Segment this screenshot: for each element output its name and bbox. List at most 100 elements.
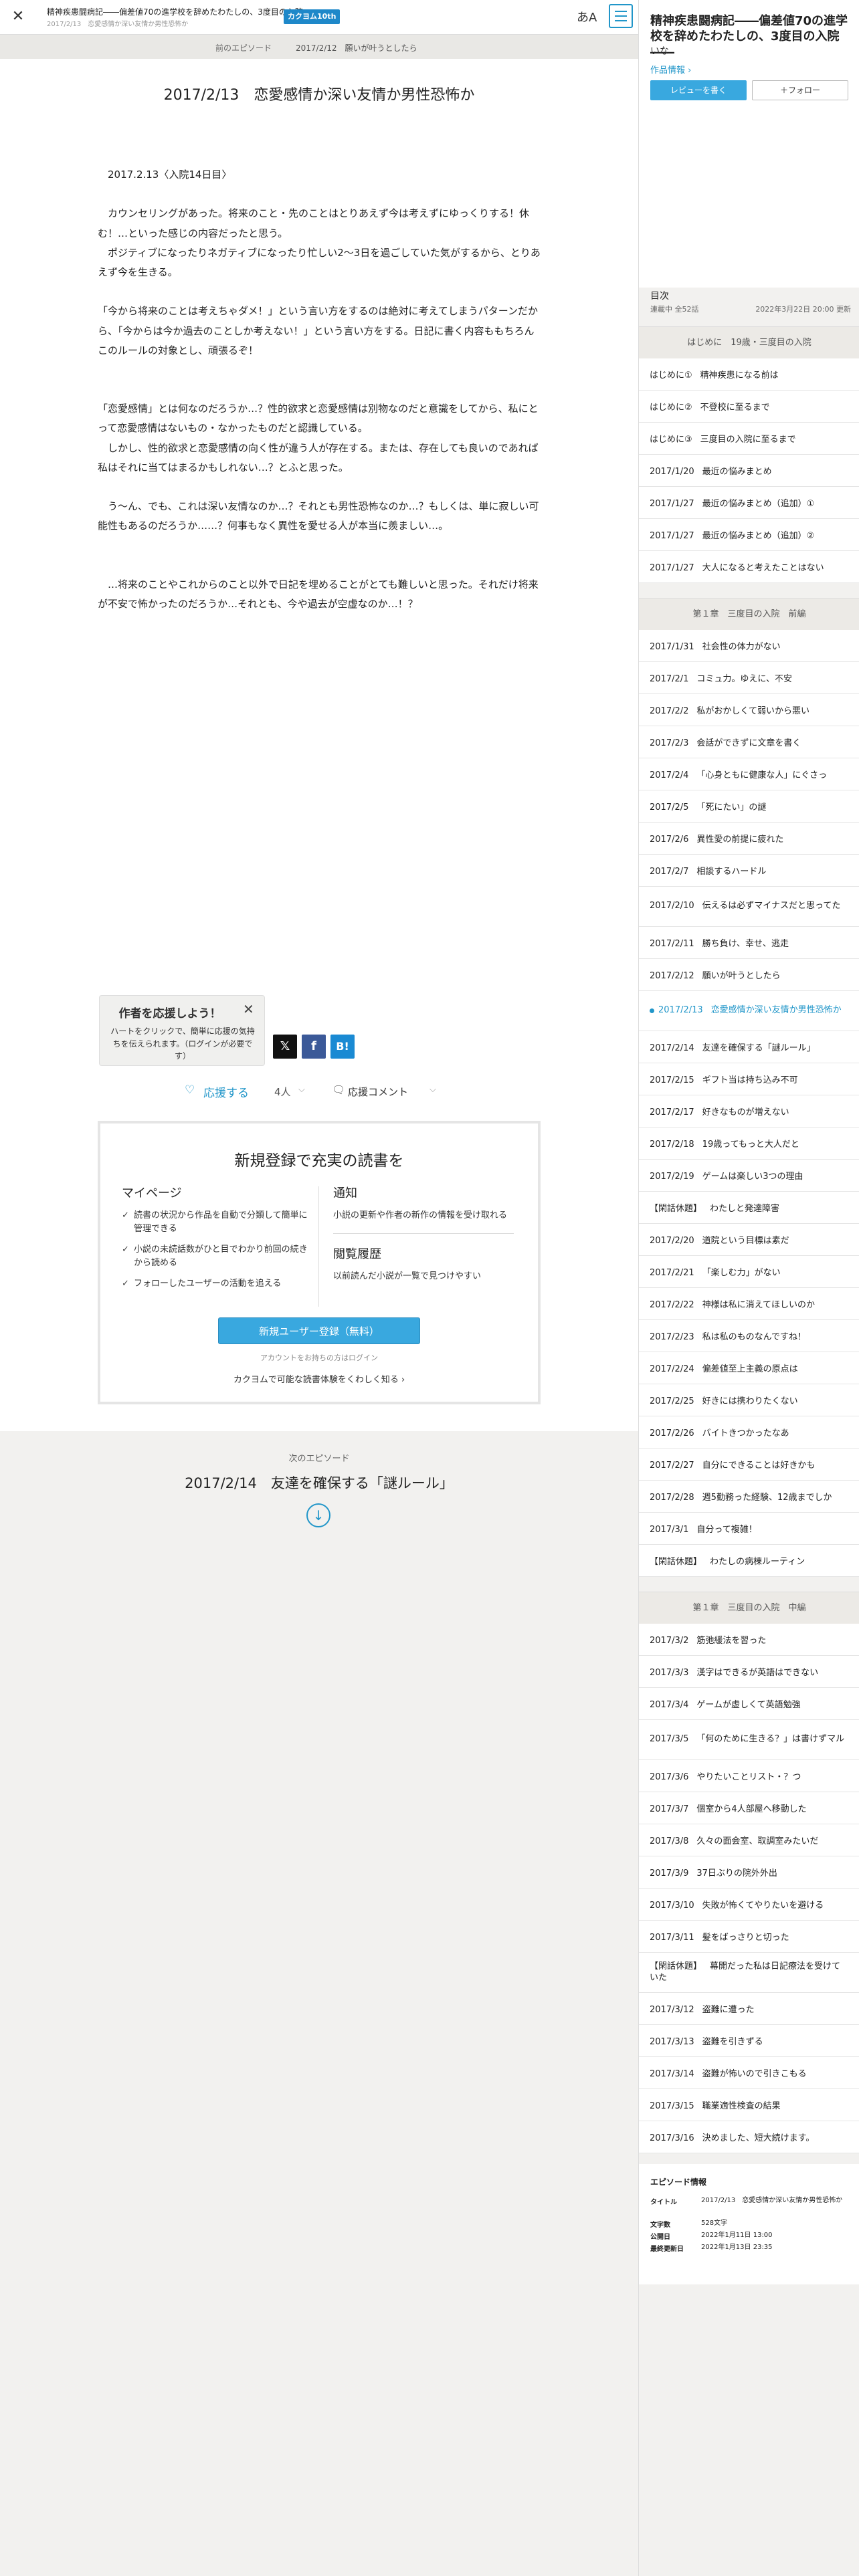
toc-item-text[interactable]: 2017/3/1 自分って複雑！: [650, 1522, 757, 1535]
support-button[interactable]: 応援する: [203, 1083, 249, 1100]
toc-item[interactable]: 2017/3/14 盗難が怖いので引きこもる: [639, 2057, 859, 2089]
toc-item[interactable]: 2017/3/3 漢字はできるが英語はできない: [639, 1656, 859, 1688]
toc-item[interactable]: 2017/2/24 偏差値至上主義の原点は: [639, 1352, 859, 1384]
toc-item-text[interactable]: 2017/3/12 盗難に遭った: [650, 2002, 755, 2015]
toc-item[interactable]: 2017/2/15 ギフト当は持ち込み不可: [639, 1063, 859, 1095]
toc-item[interactable]: 2017/1/20 最近の悩みまとめ: [639, 455, 859, 487]
header-work-title[interactable]: 精神疾患闘病記――偏差値70の進学校を辞めたわたしの、3度目の入院――: [47, 6, 319, 17]
toc-item-text[interactable]: 2017/3/16 決めました、短大続けます。: [650, 2131, 814, 2143]
toc-item-text[interactable]: 2017/2/4 「心身ともに健康な人」にぐさっ: [650, 768, 827, 780]
toc-item-text[interactable]: 2017/3/14 盗難が怖いので引きこもる: [650, 2066, 807, 2079]
toc-item-text[interactable]: 2017/2/13 恋愛感情か深い友情か男性恐怖か: [658, 1005, 842, 1016]
toc-item-text[interactable]: 2017/2/7 相談するハードル: [650, 864, 766, 877]
toc-item-text[interactable]: 2017/2/3 会話ができずに文章を書く: [650, 736, 801, 748]
toc-item-text[interactable]: 2017/2/18 19歳ってもっと大人だと: [650, 1137, 799, 1150]
toc-item[interactable]: 2017/2/27 自分にできることは好きかも: [639, 1448, 859, 1481]
follow-button[interactable]: ＋フォロー: [752, 80, 848, 100]
toc-item-text[interactable]: 2017/3/8 久々の面会室、取調室みたいだ: [650, 1834, 818, 1846]
toc-item[interactable]: 【閑話休題】 わたしと発達障害: [639, 1192, 859, 1224]
toc-item-text[interactable]: 【閑話休題】 わたしの病棟ルーティン: [650, 1554, 805, 1567]
prev-episode-label[interactable]: 前のエピソード: [215, 42, 272, 53]
toc-item-text[interactable]: 2017/2/14 友達を確保する「謎ルール」: [650, 1041, 816, 1053]
support-count[interactable]: 4人: [274, 1085, 291, 1099]
toc-item[interactable]: 2017/3/10 失敗が怖くてやりたいを避ける: [639, 1889, 859, 1921]
toc-item-text[interactable]: 【閑話休題】 わたしと発達障害: [650, 1201, 779, 1214]
toc-item[interactable]: 2017/1/27 最近の悩みまとめ（追加）①: [639, 487, 859, 519]
share-facebook-button[interactable]: f: [302, 1035, 326, 1059]
sidebar-work-title[interactable]: 精神疾患闘病記――偏差値70の進学校を辞めたわたしの、3度目の入院――: [650, 13, 851, 60]
next-episode-link[interactable]: 2017/2/14 友達を確保する「謎ルール」: [0, 1473, 638, 1493]
toc-item[interactable]: 2017/2/1 コミュ力。ゆえに、不安: [639, 662, 859, 694]
toc-item[interactable]: 2017/3/2 筋弛緩法を習った: [639, 1624, 859, 1656]
toc-item[interactable]: 2017/2/28 週5勤務った経験、12歳までしか: [639, 1481, 859, 1513]
toc-item[interactable]: 2017/3/6 やりたいことリスト・？つ: [639, 1760, 859, 1792]
toc-item-text[interactable]: はじめに① 精神疾患になる前は: [650, 368, 779, 381]
toc-item[interactable]: 2017/2/6 異性愛の前提に疲れた: [639, 823, 859, 855]
toc-item-text[interactable]: はじめに③ 三度目の入院に至るまで: [650, 432, 796, 445]
toc-item-text[interactable]: 【閑話休題】 幕開だった私は日記療法を受けていた: [650, 1961, 849, 1984]
arrow-down-icon[interactable]: ↓: [306, 1503, 330, 1527]
toc-item[interactable]: 2017/3/11 髪をばっさりと切った: [639, 1921, 859, 1953]
comment-button[interactable]: 応援コメント: [348, 1085, 408, 1099]
toc-item[interactable]: 2017/1/27 大人になると考えたことはない: [639, 551, 859, 583]
toc-item[interactable]: 2017/1/31 社会性の体力がない: [639, 630, 859, 662]
toc-item-text[interactable]: 2017/2/1 コミュ力。ゆえに、不安: [650, 671, 792, 684]
toc-item[interactable]: 2017/2/12 願いが叶うとしたら: [639, 959, 859, 991]
toc-item-text[interactable]: 2017/2/24 偏差値至上主義の原点は: [650, 1362, 798, 1374]
share-x-button[interactable]: 𝕏: [273, 1035, 297, 1059]
toc-item[interactable]: 2017/2/21 「楽しむ力」がない: [639, 1256, 859, 1288]
toc-item-text[interactable]: 2017/1/27 最近の悩みまとめ（追加）①: [650, 496, 814, 509]
toc-item-text[interactable]: 2017/2/5 「死にたい」の謎: [650, 800, 766, 813]
toc-item[interactable]: 【閑話休題】 わたしの病棟ルーティン: [639, 1545, 859, 1577]
toc-item[interactable]: 2017/3/8 久々の面会室、取調室みたいだ: [639, 1824, 859, 1856]
toc-item-text[interactable]: 2017/1/27 大人になると考えたことはない: [650, 560, 824, 573]
menu-icon[interactable]: [609, 4, 633, 28]
comment-icon[interactable]: 🗨: [332, 1083, 345, 1096]
kakuyomu-logo[interactable]: カクヨム10th: [284, 9, 341, 24]
toc-item[interactable]: 2017/2/20 道院という目標は素だ: [639, 1224, 859, 1256]
toc-item[interactable]: はじめに③ 三度目の入院に至るまで: [639, 423, 859, 455]
toc-item-text[interactable]: 2017/3/2 筋弛緩法を習った: [650, 1633, 766, 1646]
popup-close-icon[interactable]: ✕: [243, 1001, 254, 1017]
toc-item-text[interactable]: 2017/3/9 37日ぶりの院外外出: [650, 1866, 777, 1879]
heart-icon[interactable]: ♡: [185, 1083, 195, 1097]
toc-item[interactable]: 2017/2/7 相談するハードル: [639, 855, 859, 887]
toc-item-text[interactable]: 2017/3/4 ゲームが虚しくて英語勉強: [650, 1697, 801, 1710]
toc-item[interactable]: 2017/2/11 勝ち負け、幸せ、逃走: [639, 927, 859, 959]
share-hatena-button[interactable]: B!: [330, 1035, 355, 1059]
toc-item-text[interactable]: はじめに② 不登校に至るまで: [650, 400, 770, 413]
toc-item-text[interactable]: 2017/2/19 ゲームは楽しい3つの理由: [650, 1169, 803, 1182]
login-link[interactable]: アカウントをお持ちの方はログイン: [100, 1352, 538, 1363]
toc-item[interactable]: 2017/2/23 私は私のものなんですね！: [639, 1320, 859, 1352]
toc-item-text[interactable]: 2017/3/6 やりたいことリスト・？つ: [650, 1769, 801, 1782]
toc-item-text[interactable]: 2017/2/11 勝ち負け、幸せ、逃走: [650, 936, 789, 949]
toc-item[interactable]: 2017/2/4 「心身ともに健康な人」にぐさっ: [639, 758, 859, 790]
toc-item-text[interactable]: 2017/3/13 盗難を引きずる: [650, 2034, 763, 2047]
toc-item-text[interactable]: 2017/3/11 髪をばっさりと切った: [650, 1930, 789, 1943]
work-info-link[interactable]: 作品情報 ›: [650, 63, 691, 76]
toc-item-text[interactable]: 2017/2/6 異性愛の前提に疲れた: [650, 832, 783, 845]
toc-item-text[interactable]: 2017/2/17 好きなものが増えない: [650, 1105, 789, 1117]
toc-item[interactable]: 2017/2/22 神様は私に消えてほしいのか: [639, 1288, 859, 1320]
toc-item[interactable]: はじめに① 精神疾患になる前は: [639, 358, 859, 391]
toc-item[interactable]: 2017/3/15 職業適性検査の結果: [639, 2089, 859, 2121]
toc-item-text[interactable]: 2017/2/12 願いが叶うとしたら: [650, 968, 781, 981]
toc-item[interactable]: 2017/2/19 ゲームは楽しい3つの理由: [639, 1160, 859, 1192]
toc-item[interactable]: 2017/2/10 伝えるは必ずマイナスだと思ってた: [639, 887, 859, 927]
toc-item[interactable]: 2017/2/3 会話ができずに文章を書く: [639, 726, 859, 758]
toc-item[interactable]: 2017/3/9 37日ぶりの院外外出: [639, 1856, 859, 1889]
toc-item[interactable]: 2017/3/7 個室から4人部屋へ移動した: [639, 1792, 859, 1824]
toc-item-text[interactable]: 2017/1/27 最近の悩みまとめ（追加）②: [650, 528, 814, 541]
toc-item[interactable]: 2017/2/26 バイトきつかったなあ: [639, 1416, 859, 1448]
toc-item[interactable]: 2017/1/27 最近の悩みまとめ（追加）②: [639, 519, 859, 551]
chevron-down-icon[interactable]: ⌵: [430, 1085, 436, 1095]
toc-item-text[interactable]: 2017/1/31 社会性の体力がない: [650, 639, 781, 652]
toc-item[interactable]: はじめに② 不登校に至るまで: [639, 391, 859, 423]
toc-item-text[interactable]: 2017/2/22 神様は私に消えてほしいのか: [650, 1297, 815, 1310]
toc-item-text[interactable]: 2017/2/23 私は私のものなんですね！: [650, 1329, 806, 1342]
toc-item-text[interactable]: 2017/2/21 「楽しむ力」がない: [650, 1265, 781, 1278]
toc-item-text[interactable]: 2017/2/2 私がおかしくて弱いから悪い: [650, 704, 809, 716]
toc-item-text[interactable]: 2017/3/5 「何のために生きる？」は書けずマル: [650, 1734, 844, 1745]
toc-item[interactable]: 2017/2/18 19歳ってもっと大人だと: [639, 1128, 859, 1160]
toc-item[interactable]: 2017/3/5 「何のために生きる？」は書けずマル: [639, 1720, 859, 1760]
